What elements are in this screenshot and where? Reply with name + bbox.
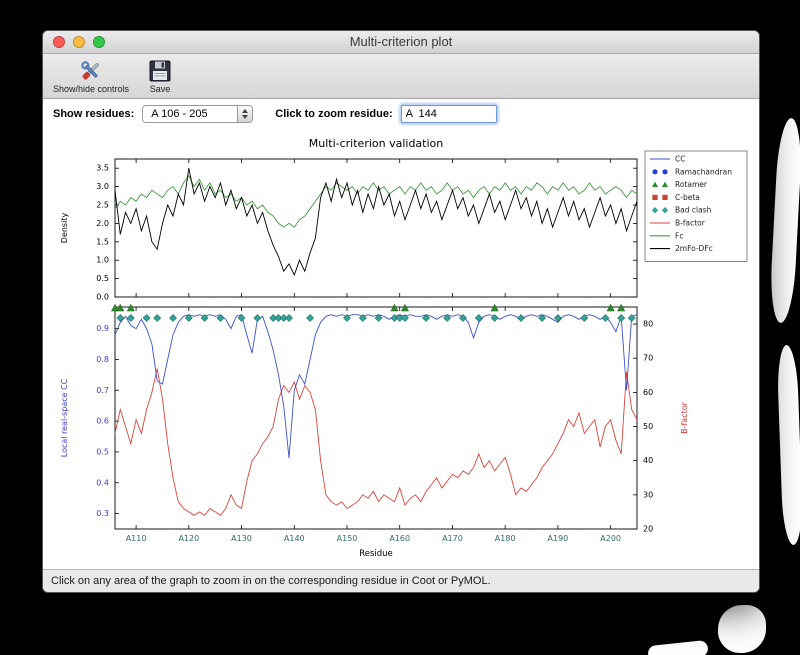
close-button[interactable] (53, 36, 65, 48)
validation-plot[interactable]: Multi-criterion validation 0.0 0.5 1.0 1.5 2.… (43, 129, 759, 569)
svg-text:80: 80 (643, 320, 653, 329)
svg-text:0.5: 0.5 (96, 274, 109, 283)
svg-text:B-factor: B-factor (675, 219, 706, 228)
status-bar: Click on any area of the graph to zoom i… (43, 569, 759, 592)
svg-text:0.9: 0.9 (96, 324, 109, 333)
svg-text:Multi-criterion validation: Multi-criterion validation (309, 137, 444, 150)
zoom-residue-label: Click to zoom residue: (275, 108, 393, 120)
svg-text:0.6: 0.6 (96, 417, 109, 426)
svg-text:A180: A180 (495, 534, 516, 543)
residue-range-select[interactable]: A 106 - 205 (142, 105, 254, 123)
svg-text:Rotamer: Rotamer (675, 180, 708, 189)
svg-text:Ramachandran: Ramachandran (675, 167, 732, 176)
svg-text:B-factor: B-factor (680, 401, 689, 434)
tool-button-label: Save (149, 84, 171, 94)
save-button[interactable]: Save (147, 58, 173, 94)
svg-text:60: 60 (643, 388, 653, 397)
screen-artifact (718, 605, 766, 653)
svg-text:2.0: 2.0 (96, 219, 109, 228)
svg-text:0.4: 0.4 (96, 478, 109, 487)
tools-icon (78, 58, 104, 84)
svg-text:2mFo-DFc: 2mFo-DFc (675, 244, 713, 253)
residue-range-value: A 106 - 205 (142, 105, 238, 123)
svg-text:A190: A190 (548, 534, 569, 543)
show-residues-label: Show residues: (53, 108, 135, 120)
traffic-lights (53, 36, 113, 48)
svg-text:A110: A110 (126, 534, 147, 543)
toolbar: Show/hide controls Save (43, 54, 759, 99)
screen-artifact (647, 639, 709, 655)
svg-text:A200: A200 (600, 534, 621, 543)
svg-text:Local real-space CC: Local real-space CC (60, 378, 69, 457)
save-icon (147, 58, 173, 84)
show-hide-controls-button[interactable]: Show/hide controls (53, 58, 129, 94)
svg-text:CC: CC (675, 155, 685, 164)
svg-text:3.5: 3.5 (96, 164, 109, 173)
svg-text:70: 70 (643, 354, 653, 363)
svg-text:40: 40 (643, 456, 653, 465)
svg-text:C-beta: C-beta (675, 193, 700, 202)
title-bar[interactable]: Multi-criterion plot (43, 31, 759, 54)
svg-text:0.3: 0.3 (96, 509, 109, 518)
svg-text:Density: Density (60, 213, 69, 244)
controls-row: Show residues: A 106 - 205 Click to zoom… (43, 99, 759, 129)
svg-text:0.7: 0.7 (96, 386, 109, 395)
svg-text:1.5: 1.5 (96, 237, 109, 246)
svg-text:0.5: 0.5 (96, 447, 109, 456)
svg-text:Fc: Fc (675, 231, 683, 240)
screen-artifact (768, 117, 800, 324)
multi-criterion-plot-window: Multi-criterion plot Show/hide controls … (42, 30, 760, 593)
status-text: Click on any area of the graph to zoom i… (51, 575, 491, 587)
svg-text:2.5: 2.5 (96, 201, 109, 210)
svg-text:0.8: 0.8 (96, 355, 109, 364)
svg-text:50: 50 (643, 422, 653, 431)
svg-text:A160: A160 (389, 534, 410, 543)
screen-artifact (776, 344, 800, 546)
svg-text:3.0: 3.0 (96, 182, 109, 191)
svg-text:A140: A140 (284, 534, 305, 543)
svg-text:0.0: 0.0 (96, 293, 109, 302)
zoom-residue-input[interactable] (400, 105, 497, 123)
screen-background: Multi-criterion plot Show/hide controls … (0, 0, 800, 655)
minimize-button[interactable] (73, 36, 85, 48)
svg-text:A170: A170 (442, 534, 463, 543)
svg-text:1.0: 1.0 (96, 256, 109, 265)
svg-text:20: 20 (643, 525, 653, 534)
zoom-window-button[interactable] (93, 36, 105, 48)
svg-text:A130: A130 (231, 534, 252, 543)
svg-text:A120: A120 (178, 534, 199, 543)
window-title: Multi-criterion plot (349, 34, 453, 49)
svg-text:Residue: Residue (359, 549, 393, 559)
svg-text:Bad clash: Bad clash (675, 206, 712, 215)
svg-text:30: 30 (643, 490, 653, 499)
stepper-icon (237, 105, 254, 123)
plot-canvas: Multi-criterion validation 0.0 0.5 1.0 1.5 2.… (60, 137, 748, 559)
svg-text:A150: A150 (337, 534, 358, 543)
tool-button-label: Show/hide controls (53, 84, 130, 94)
